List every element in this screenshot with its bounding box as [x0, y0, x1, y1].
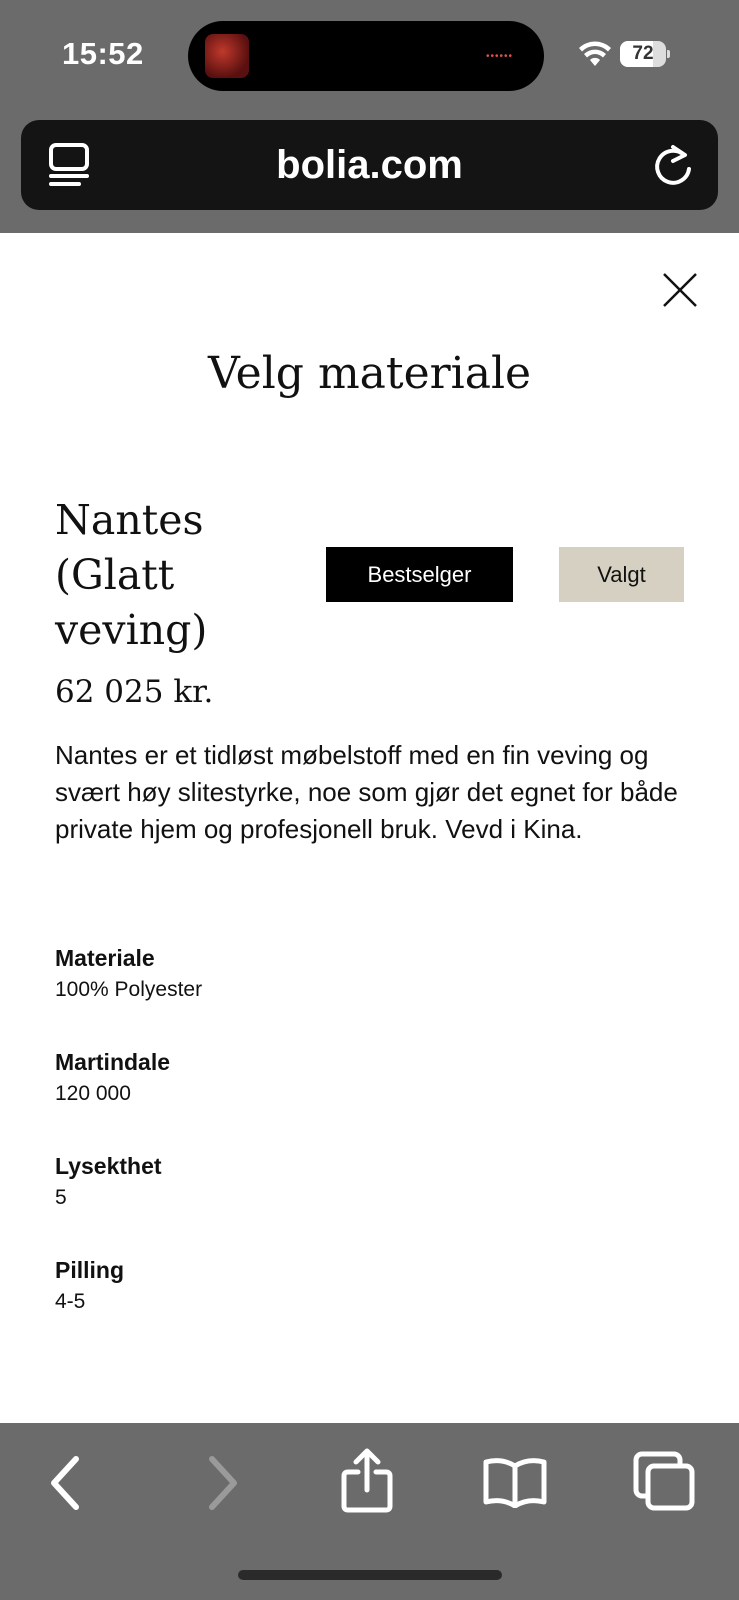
close-icon[interactable]: [660, 270, 700, 310]
reload-icon[interactable]: [651, 141, 695, 189]
spec-value: 120 000: [55, 1082, 131, 1105]
selected-badge: Valgt: [559, 547, 684, 602]
spec-label: Lysekthet: [55, 1153, 162, 1179]
wifi-icon: [579, 41, 611, 66]
home-indicator[interactable]: [238, 1570, 502, 1580]
share-icon[interactable]: [340, 1448, 394, 1514]
spec-value: 4-5: [55, 1290, 86, 1313]
status-bar: 15:52 •••••• 72: [0, 0, 739, 112]
bestseller-badge: Bestselger: [326, 547, 513, 602]
spec-pilling: Pilling 4-5: [55, 1254, 455, 1317]
audio-activity-indicator: ••••••: [486, 51, 514, 62]
back-icon[interactable]: [48, 1455, 84, 1511]
url-text[interactable]: bolia.com: [21, 120, 718, 210]
spec-label: Materiale: [55, 945, 155, 971]
now-playing-artwork: [205, 34, 249, 78]
spec-value: 100% Polyester: [55, 978, 203, 1001]
tabs-icon[interactable]: [632, 1450, 696, 1512]
bookmarks-icon[interactable]: [482, 1456, 548, 1508]
modal-title: Velg materiale: [207, 348, 532, 399]
battery-icon: 72: [620, 41, 666, 67]
spec-material: Materiale 100% Polyester: [55, 942, 455, 1005]
status-time: 15:52: [62, 36, 144, 71]
product-description: Nantes er et tidløst møbelstoff med en f…: [55, 740, 678, 844]
product-name: Nantes (Glatt veving): [55, 496, 208, 654]
spec-martindale: Martindale 120 000: [55, 1046, 455, 1109]
spec-label: Pilling: [55, 1257, 124, 1283]
address-bar[interactable]: bolia.com: [21, 120, 718, 210]
spec-lightfastness: Lysekthet 5: [55, 1150, 455, 1213]
battery-cap: [667, 50, 670, 58]
battery-percent: 72: [632, 43, 654, 64]
product-price: 62 025 kr.: [55, 674, 214, 710]
forward-icon[interactable]: [204, 1455, 240, 1511]
spec-label: Martindale: [55, 1049, 171, 1075]
dynamic-island[interactable]: ••••••: [188, 21, 544, 91]
spec-value: 5: [55, 1186, 67, 1209]
